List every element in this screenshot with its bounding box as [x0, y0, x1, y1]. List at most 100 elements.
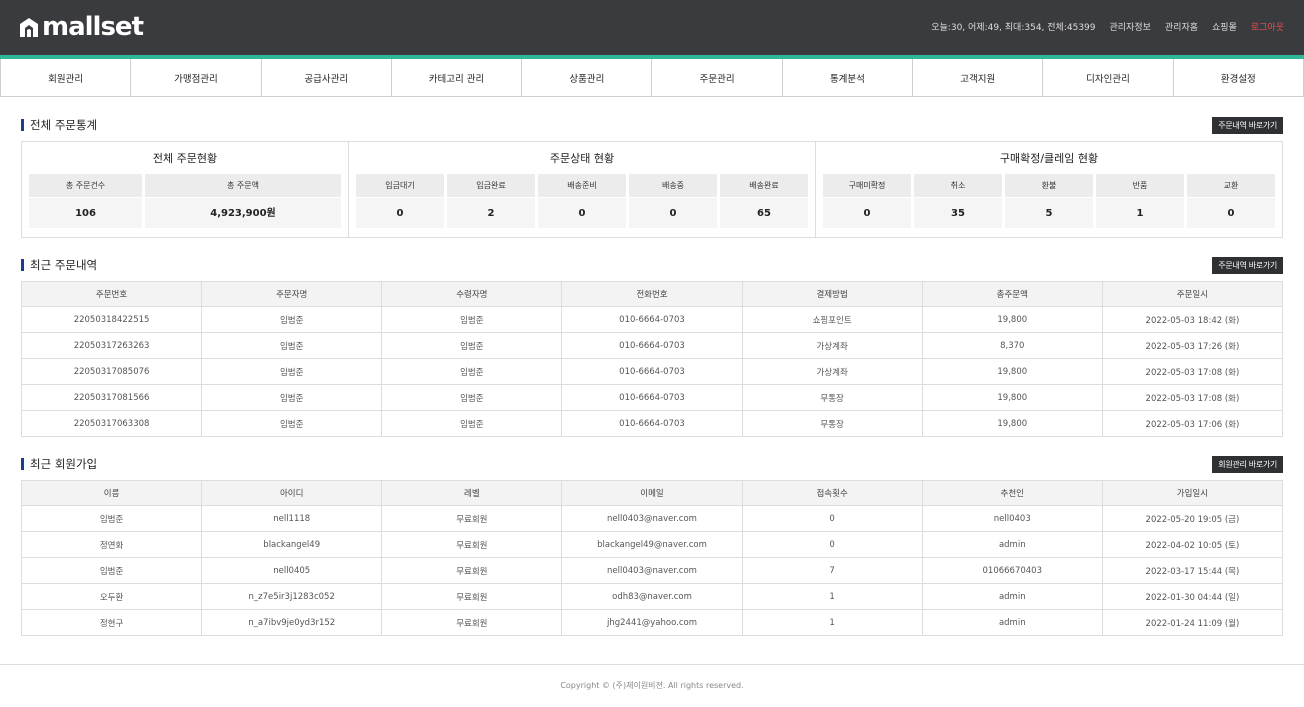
table-cell: 010-6664-0703 — [561, 306, 743, 333]
recent-orders-section: 최근 주문내역 주문내역 바로가기 주문번호 주문자명 수령자명 전화번호 결제방법 총주… — [20, 255, 1284, 437]
nav-item-settings[interactable]: 환경설정 — [1174, 59, 1304, 96]
table-cell: 오두환 — [20, 583, 203, 610]
table-row[interactable]: 22050318422515 임범준 임범준 010-6664-0703 쇼핑포인트 19… — [20, 306, 1284, 333]
table-cell: 무통장 — [741, 410, 923, 437]
order-stats-shortcut-button[interactable]: 주문내역 바로가기 — [1212, 116, 1283, 134]
table-cell: 1 — [741, 583, 923, 610]
table-cell: 19,800 — [921, 358, 1103, 385]
table-cell: 임범준 — [201, 410, 383, 437]
admin-info-link[interactable]: 관리자정보 — [1110, 20, 1151, 33]
table-header-cell: 가입일시 — [1101, 480, 1284, 506]
table-cell: 2022-05-03 18:42 (화) — [1101, 306, 1284, 333]
nav-item-design[interactable]: 디자인관리 — [1043, 59, 1174, 96]
shop-link[interactable]: 쇼핑몰 — [1212, 20, 1237, 33]
visitor-stats: 오늘:30, 어제:49, 최대:354, 전체:45399 — [931, 23, 1096, 33]
table-row[interactable]: 정연화 blackangel49 무료회원 blackangel49@naver.co… — [20, 531, 1284, 558]
table-cell: 2022-05-03 17:08 (화) — [1101, 358, 1284, 385]
table-row[interactable]: 22050317063308 임범준 임범준 010-6664-0703 무통장 19,8… — [20, 410, 1284, 437]
table-cell: 임범준 — [381, 384, 563, 411]
table-cell: 무료회원 — [381, 531, 563, 558]
table-header-cell: 주문일시 — [1101, 281, 1284, 307]
nav-item-statistics[interactable]: 통계분석 — [783, 59, 914, 96]
logout-link[interactable]: 로그아웃 — [1251, 20, 1284, 33]
table-cell: 22050317263263 — [20, 332, 203, 359]
table-cell: blackangel49 — [201, 531, 383, 558]
table-cell: 2022-01-30 04:44 (일) — [1101, 583, 1284, 610]
table-cell: 2022-01-24 11:09 (월) — [1101, 609, 1284, 636]
logo-text: mallset — [42, 12, 144, 42]
table-cell: 가상계좌 — [741, 332, 923, 359]
table-row[interactable]: 임범준 nell1118 무료회원 nell0403@naver.com 0 nell04… — [20, 505, 1284, 532]
table-header-cell: 총주문액 — [921, 281, 1103, 307]
table-header-cell: 결제방법 — [741, 281, 923, 307]
nav-item-members[interactable]: 회원관리 — [1, 59, 132, 96]
table-cell: 무료회원 — [381, 583, 563, 610]
nav-item-suppliers[interactable]: 공급사관리 — [262, 59, 392, 96]
table-cell: nell0403@naver.com — [561, 505, 743, 532]
table-row[interactable]: 임범준 nell0405 무료회원 nell0403@naver.com 7 010666… — [20, 557, 1284, 584]
stat-label: 입금대기 — [356, 174, 444, 197]
table-cell: 010-6664-0703 — [561, 332, 743, 359]
recent-orders-title: 최근 주문내역 — [21, 257, 97, 273]
logo-icon — [20, 18, 38, 37]
stat-label: 환불 — [1005, 174, 1093, 197]
table-cell: 무료회원 — [381, 609, 563, 636]
table-cell: 무료회원 — [381, 557, 563, 584]
table-cell: nell1118 — [201, 505, 383, 532]
nav-item-categories[interactable]: 카테고리 관리 — [392, 59, 523, 96]
table-cell: blackangel49@naver.com — [561, 531, 743, 558]
table-cell: 010-6664-0703 — [561, 410, 743, 437]
table-cell: 2022-05-03 17:08 (화) — [1101, 384, 1284, 411]
table-row[interactable]: 오두환 n_z7e5ir3j1283c052 무료회원 odh83@naver.com… — [20, 583, 1284, 610]
table-cell: jhg2441@yahoo.com — [561, 609, 743, 636]
stat-cell: 총 주문액 4,923,900원 — [145, 174, 341, 228]
order-stats-title: 전체 주문통계 — [21, 117, 97, 133]
table-cell: 임범준 — [381, 358, 563, 385]
stat-group-claims: 구매확정/클레임 현황 구매미확정 0 취소 35 환불 5 반품 1 교환 0 — [815, 142, 1282, 237]
stat-label: 취소 — [914, 174, 1002, 197]
stat-group-status: 주문상태 현황 입금대기 0 입금완료 2 배송준비 0 배송중 0 배송완료 65 — [348, 142, 815, 237]
table-cell: 0 — [741, 531, 923, 558]
stat-label: 교환 — [1187, 174, 1275, 197]
nav-item-franchise[interactable]: 가맹점관리 — [131, 59, 262, 96]
stat-value: 0 — [538, 198, 626, 228]
admin-home-link[interactable]: 관리자홈 — [1165, 20, 1198, 33]
stat-value: 0 — [1187, 198, 1275, 228]
recent-orders-shortcut-button[interactable]: 주문내역 바로가기 — [1212, 256, 1283, 274]
table-row[interactable]: 22050317081566 임범준 임범준 010-6664-0703 무통장 19,8… — [20, 384, 1284, 411]
table-cell: 2022-05-20 19:05 (금) — [1101, 505, 1284, 532]
table-cell: 가상계좌 — [741, 358, 923, 385]
nav-item-products[interactable]: 상품관리 — [522, 59, 653, 96]
table-header-cell: 이름 — [20, 480, 203, 506]
stat-label: 배송완료 — [720, 174, 808, 197]
table-cell: 임범준 — [381, 332, 563, 359]
stat-cell: 입금대기 0 — [356, 174, 444, 228]
table-header-cell: 주문자명 — [201, 281, 383, 307]
stat-value: 5 — [1005, 198, 1093, 228]
top-links: 오늘:30, 어제:49, 최대:354, 전체:45399 관리자정보 관리자… — [931, 20, 1284, 33]
table-cell: n_a7ibv9je0yd3r152 — [201, 609, 383, 636]
table-cell: 임범준 — [201, 384, 383, 411]
table-cell: admin — [921, 609, 1103, 636]
stat-label: 배송중 — [629, 174, 717, 197]
stat-label: 반품 — [1096, 174, 1184, 197]
table-cell: admin — [921, 531, 1103, 558]
logo[interactable]: mallset — [18, 12, 144, 42]
stat-label: 구매미확정 — [823, 174, 911, 197]
nav-item-support[interactable]: 고객지원 — [913, 59, 1044, 96]
stat-cell: 환불 5 — [1005, 174, 1093, 228]
stat-label: 배송준비 — [538, 174, 626, 197]
nav-item-orders[interactable]: 주문관리 — [652, 59, 783, 96]
main-nav: 회원관리 가맹점관리 공급사관리 카테고리 관리 상품관리 주문관리 통계분석 … — [0, 59, 1304, 97]
stat-group-overall: 전체 주문현황 총 주문건수 106 총 주문액 4,923,900원 — [22, 142, 348, 237]
table-cell: 임범준 — [201, 332, 383, 359]
table-row[interactable]: 정현구 n_a7ibv9je0yd3r152 무료회원 jhg2441@yahoo.c… — [20, 609, 1284, 636]
table-cell: 임범준 — [20, 505, 203, 532]
footer: Copyright © (주)제이원비젼. All rights reserve… — [0, 664, 1304, 704]
table-cell: nell0403@naver.com — [561, 557, 743, 584]
table-cell: n_z7e5ir3j1283c052 — [201, 583, 383, 610]
recent-members-shortcut-button[interactable]: 회원관리 바로가기 — [1212, 455, 1283, 473]
table-row[interactable]: 22050317085076 임범준 임범준 010-6664-0703 가상계좌 19,… — [20, 358, 1284, 385]
stat-cell: 교환 0 — [1187, 174, 1275, 228]
table-row[interactable]: 22050317263263 임범준 임범준 010-6664-0703 가상계좌 8,3… — [20, 332, 1284, 359]
